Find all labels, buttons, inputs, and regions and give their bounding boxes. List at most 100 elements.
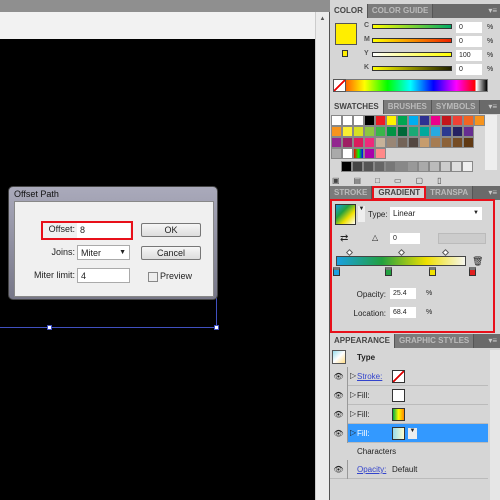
delete-stop-icon[interactable]: 🗑 <box>472 256 483 267</box>
swatch[interactable] <box>353 126 364 137</box>
opacity-input[interactable]: 25.4 <box>390 288 416 299</box>
opacity-row[interactable]: 👁 Opacity: Default <box>330 460 488 479</box>
chevron-down-icon[interactable]: ▼ <box>408 428 417 439</box>
swatch[interactable] <box>375 115 386 126</box>
swatch[interactable] <box>342 126 353 137</box>
appearance-scrollbar[interactable] <box>490 350 500 500</box>
channel-slider[interactable] <box>372 24 452 29</box>
tab-color-guide[interactable]: COLOR GUIDE <box>367 4 434 18</box>
swatch[interactable] <box>430 115 441 126</box>
swatch[interactable] <box>419 137 430 148</box>
gray-swatch[interactable] <box>341 161 352 172</box>
expand-triangle-icon[interactable]: ▷ <box>350 371 356 380</box>
swatch[interactable] <box>408 126 419 137</box>
swatch[interactable] <box>474 115 485 126</box>
swatch[interactable] <box>342 137 353 148</box>
pattern-swatch[interactable] <box>353 148 364 159</box>
joins-select[interactable]: Miter ▼ <box>77 245 130 260</box>
vertical-scrollbar[interactable]: ▲ <box>315 12 329 500</box>
gray-swatch[interactable] <box>385 161 396 172</box>
gray-swatch[interactable] <box>429 161 440 172</box>
pattern-swatch[interactable] <box>364 148 375 159</box>
tab-transparency[interactable]: TRANSPA <box>426 186 474 200</box>
gray-swatch[interactable] <box>352 161 363 172</box>
angle-input[interactable]: 0 <box>390 233 420 244</box>
offset-input[interactable]: 8 <box>77 223 130 238</box>
channel-slider[interactable] <box>372 52 452 57</box>
swatch[interactable] <box>386 126 397 137</box>
swatch[interactable] <box>452 115 463 126</box>
channel-input[interactable]: 0 <box>456 22 482 33</box>
swatch[interactable] <box>452 137 463 148</box>
visibility-icon[interactable]: 👁 <box>330 386 348 405</box>
gray-swatch[interactable] <box>374 161 385 172</box>
swatch[interactable] <box>386 115 397 126</box>
appearance-row[interactable]: 👁 ▷ Fill: <box>330 405 488 424</box>
swatch[interactable] <box>430 126 441 137</box>
swatch[interactable] <box>419 126 430 137</box>
gray-swatch[interactable] <box>418 161 429 172</box>
fill-color-swatch[interactable] <box>335 23 357 45</box>
swatch[interactable] <box>353 115 364 126</box>
scroll-up-icon[interactable]: ▲ <box>316 16 329 22</box>
gray-swatch[interactable] <box>440 161 451 172</box>
cancel-button[interactable]: Cancel <box>141 246 201 260</box>
attribute-label[interactable]: Fill: <box>357 410 369 419</box>
selection-handle[interactable] <box>214 325 219 330</box>
swatch[interactable] <box>331 126 342 137</box>
swatch[interactable] <box>364 137 375 148</box>
tab-appearance[interactable]: APPEARANCE <box>330 334 396 348</box>
panel-menu-icon[interactable]: ▾≡ <box>488 100 497 114</box>
swatch[interactable] <box>452 126 463 137</box>
gradient-preview-swatch[interactable] <box>335 204 356 225</box>
out-of-gamut-icon[interactable] <box>342 50 348 57</box>
attribute-swatch[interactable] <box>392 370 405 383</box>
visibility-icon[interactable]: 👁 <box>330 367 348 386</box>
attribute-swatch[interactable] <box>392 389 405 402</box>
tab-color[interactable]: COLOR <box>330 4 368 18</box>
expand-triangle-icon[interactable]: ▷ <box>350 428 356 437</box>
appearance-row[interactable]: 👁 ▷ Fill: <box>330 386 488 405</box>
visibility-icon[interactable]: 👁 <box>330 424 348 443</box>
channel-input[interactable]: 0 <box>456 36 482 47</box>
swatch[interactable] <box>463 115 474 126</box>
reverse-gradient-icon[interactable]: ⇄ <box>340 233 348 244</box>
gradient-preset-dropdown[interactable]: ▼ <box>358 206 365 222</box>
expand-triangle-icon[interactable]: ▷ <box>350 409 356 418</box>
channel-slider[interactable] <box>372 38 452 43</box>
swatch[interactable] <box>441 115 452 126</box>
swatch[interactable] <box>408 137 419 148</box>
visibility-icon[interactable]: 👁 <box>330 460 348 479</box>
appearance-row[interactable]: 👁 ▷ Stroke: <box>330 367 488 386</box>
gradient-slider[interactable] <box>336 256 466 266</box>
gradient-stop[interactable] <box>333 267 340 276</box>
swatch[interactable] <box>331 137 342 148</box>
tab-symbols[interactable]: SYMBOLS <box>431 100 481 114</box>
swatch-scrollbar[interactable] <box>485 115 497 170</box>
channel-slider[interactable] <box>372 66 452 71</box>
swatch-toolbar-icons[interactable]: ▣▤□▭▢▯ <box>332 176 482 185</box>
gradient-stop[interactable] <box>385 267 392 276</box>
gradient-type-select[interactable]: Linear ▼ <box>390 207 482 220</box>
visibility-icon[interactable]: 👁 <box>330 405 348 424</box>
color-spectrum-bar[interactable] <box>333 79 488 92</box>
gray-swatch[interactable] <box>462 161 473 172</box>
swatch[interactable] <box>386 137 397 148</box>
swatch[interactable] <box>441 137 452 148</box>
attribute-label[interactable]: Fill: <box>357 429 369 438</box>
swatch[interactable] <box>397 126 408 137</box>
swatch[interactable] <box>353 137 364 148</box>
tab-graphic-styles[interactable]: GRAPHIC STYLES <box>395 334 475 348</box>
pattern-swatch[interactable] <box>342 148 353 159</box>
characters-label[interactable]: Characters <box>357 447 396 456</box>
none-color-icon[interactable] <box>333 79 346 92</box>
swatch[interactable] <box>463 137 474 148</box>
swatch[interactable] <box>375 137 386 148</box>
tab-brushes[interactable]: BRUSHES <box>383 100 432 114</box>
swatch[interactable] <box>364 115 375 126</box>
gradient-stop[interactable] <box>469 267 476 276</box>
location-input[interactable]: 68.4 <box>390 307 416 318</box>
appearance-row[interactable]: 👁 ▷ Fill: ▼ <box>330 424 488 443</box>
channel-input[interactable]: 0 <box>456 64 482 75</box>
tab-gradient[interactable]: GRADIENT <box>372 186 427 200</box>
